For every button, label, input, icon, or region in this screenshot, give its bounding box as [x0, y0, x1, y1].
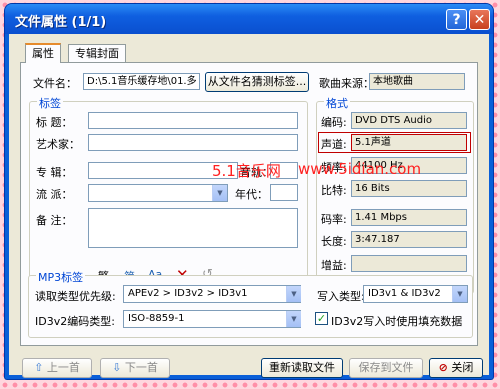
guess-from-filename-button[interactable]: 从文件名猜测标签... [205, 72, 309, 92]
window-title: 文件属性 (1/1) [15, 15, 107, 30]
length-label: 长度: [321, 235, 347, 248]
next-button[interactable]: ⇩ 下一首 [100, 358, 170, 378]
comment-field[interactable] [88, 208, 298, 248]
encoding-label: 编码: [321, 116, 347, 129]
previous-button[interactable]: ⇧ 上一首 [22, 358, 92, 378]
channels-highlight [318, 132, 471, 153]
reload-file-button[interactable]: 重新读取文件 [261, 358, 343, 378]
genre-dropdown[interactable]: ▼ [88, 184, 228, 202]
bits-label: 比特: [321, 184, 347, 197]
arrow-down-icon: ⇩ [112, 361, 122, 374]
genre-label: 流 派： [36, 188, 73, 201]
album-label: 专 辑： [36, 166, 73, 179]
chevron-down-icon[interactable]: ▼ [452, 286, 467, 302]
title-field[interactable] [88, 112, 298, 129]
read-priority-dropdown[interactable]: APEv2 > ID3v2 > ID3v1 [123, 285, 301, 303]
title-bar[interactable]: 文件属性 (1/1) ? ✕ [5, 4, 493, 34]
comment-label: 备 注： [36, 214, 73, 227]
file-properties-window: 文件属性 (1/1) ? ✕ 属性 专辑封面 文件名： D:\5.1音乐缓存地\… [5, 4, 493, 379]
length-field: 3:47.187 [351, 231, 467, 248]
read-priority-label: 读取类型优先级: [35, 290, 116, 303]
encoding-field: DVD DTS Audio [351, 112, 467, 129]
artist-field[interactable] [88, 134, 298, 151]
mp3-group-title: MP3标签 [36, 269, 86, 285]
title-label: 标 题： [36, 116, 73, 129]
bits-field: 16 Bits [351, 180, 467, 197]
chevron-down-icon[interactable]: ▼ [286, 286, 301, 302]
year-field[interactable] [270, 184, 298, 201]
song-source-field: 本地歌曲 [369, 73, 465, 90]
bitrate-field: 1.41 Mbps [351, 209, 467, 226]
tab-album-cover[interactable]: 专辑封面 [68, 44, 126, 62]
filename-field[interactable]: D:\5.1音乐缓存地\01.多 [83, 73, 200, 90]
chevron-down-icon: ▼ [212, 185, 227, 201]
tags-group: 标签 标 题： 艺术家： 专 辑： 音轨： 流 派： ▼ 年代： 备 注： ✎ [29, 95, 308, 294]
artist-label: 艺术家： [36, 138, 80, 151]
filename-label: 文件名： [33, 77, 77, 90]
bitrate-label: 码率: [321, 213, 347, 226]
write-type-label: 写入类型: [317, 290, 365, 303]
chevron-down-icon[interactable]: ▼ [286, 311, 301, 327]
id3-encoding-label: ID3v2编码类型: [35, 315, 115, 328]
mp3-tags-box: MP3标签 读取类型优先级: APEv2 > ID3v2 > ID3v1 ▼ 写… [28, 269, 473, 338]
gain-field [351, 255, 467, 272]
format-group: 格式 编码: DVD DTS Audio 声道: 5.1声道 频率: 44100… [316, 95, 474, 294]
padding-checkbox[interactable]: ✓ [315, 312, 328, 325]
watermark-left: 5.1音乐网 [212, 162, 281, 180]
watermark-right: www.5idian.com [298, 160, 422, 178]
no-entry-icon: ⊘ [438, 361, 448, 374]
year-label: 年代： [235, 188, 268, 201]
song-source-label: 歌曲来源： [319, 77, 374, 90]
tags-group-title: 标签 [37, 95, 63, 111]
tab-properties[interactable]: 属性 [25, 43, 61, 63]
id3-encoding-dropdown[interactable]: ISO-8859-1 [123, 310, 301, 328]
arrow-up-icon: ⇧ [34, 361, 44, 374]
format-group-title: 格式 [324, 95, 350, 111]
save-to-file-button[interactable]: 保存到文件 [349, 358, 423, 378]
close-window-button[interactable]: ✕ [469, 9, 490, 30]
dialog-body: 属性 专辑封面 文件名： D:\5.1音乐缓存地\01.多 从文件名猜测标签..… [9, 34, 489, 378]
gain-label: 增益: [321, 259, 347, 272]
close-button[interactable]: ⊘ 关闭 [429, 358, 483, 378]
padding-checkbox-label: ID3v2写入时使用填充数据 [331, 315, 463, 328]
help-button[interactable]: ? [446, 9, 467, 30]
